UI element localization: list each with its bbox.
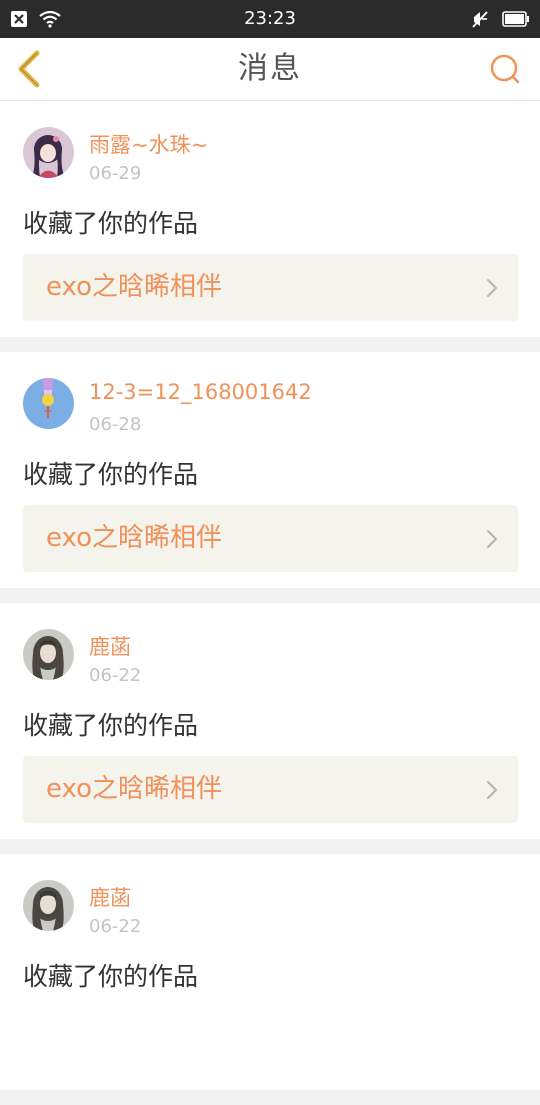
- message-date: 06-29: [89, 163, 142, 184]
- message-card: 鹿菡 06-22 收藏了你的作品 exo之晗晞相伴: [0, 603, 540, 839]
- battery-icon: [502, 11, 530, 27]
- girl-photo-avatar: [23, 629, 74, 680]
- work-title: exo之晗晞相伴: [46, 774, 223, 804]
- nav-bar: 消息: [0, 38, 540, 101]
- page-title: 消息: [238, 51, 302, 86]
- status-right-icons: [470, 8, 530, 30]
- avatar[interactable]: [23, 127, 74, 178]
- avatar[interactable]: [23, 378, 74, 429]
- message-list: 雨露~水珠~ 06-29 收藏了你的作品 exo之晗晞相伴 12-3=12_16…: [0, 101, 540, 1105]
- work-link[interactable]: exo之晗晞相伴: [23, 756, 518, 823]
- girl-photo-avatar: [23, 880, 74, 931]
- chevron-right-icon: [486, 529, 498, 549]
- username[interactable]: 鹿菡: [89, 882, 131, 912]
- message-action: 收藏了你的作品: [23, 209, 199, 238]
- chevron-right-icon: [486, 780, 498, 800]
- message-action: 收藏了你的作品: [23, 711, 199, 740]
- message-card: 雨露~水珠~ 06-29 收藏了你的作品 exo之晗晞相伴: [0, 101, 540, 337]
- mute-icon: [470, 9, 490, 29]
- message-date: 06-22: [89, 916, 142, 937]
- avatar[interactable]: [23, 629, 74, 680]
- message-action: 收藏了你的作品: [23, 460, 199, 489]
- status-bar: 23:23: [0, 0, 540, 38]
- work-link[interactable]: exo之晗晞相伴: [23, 505, 518, 572]
- message-card: 12-3=12_168001642 06-28 收藏了你的作品 exo之晗晞相伴: [0, 352, 540, 588]
- username[interactable]: 12-3=12_168001642: [89, 380, 312, 404]
- message-date: 06-28: [89, 414, 142, 435]
- message-action: 收藏了你的作品: [23, 962, 199, 991]
- chevron-right-icon: [486, 278, 498, 298]
- avatar[interactable]: [23, 880, 74, 931]
- status-time: 23:23: [244, 8, 296, 29]
- work-link[interactable]: exo之晗晞相伴: [23, 254, 518, 321]
- work-title: exo之晗晞相伴: [46, 523, 223, 553]
- search-icon: [489, 53, 521, 85]
- work-title: exo之晗晞相伴: [46, 272, 223, 302]
- message-date: 06-22: [89, 665, 142, 686]
- username[interactable]: 鹿菡: [89, 631, 131, 661]
- anime-girl-avatar: [23, 127, 74, 178]
- message-card: 鹿菡 06-22 收藏了你的作品: [0, 854, 540, 1090]
- username[interactable]: 雨露~水珠~: [89, 129, 208, 159]
- blue-lollipop-avatar: [23, 378, 74, 429]
- search-button[interactable]: [488, 52, 522, 86]
